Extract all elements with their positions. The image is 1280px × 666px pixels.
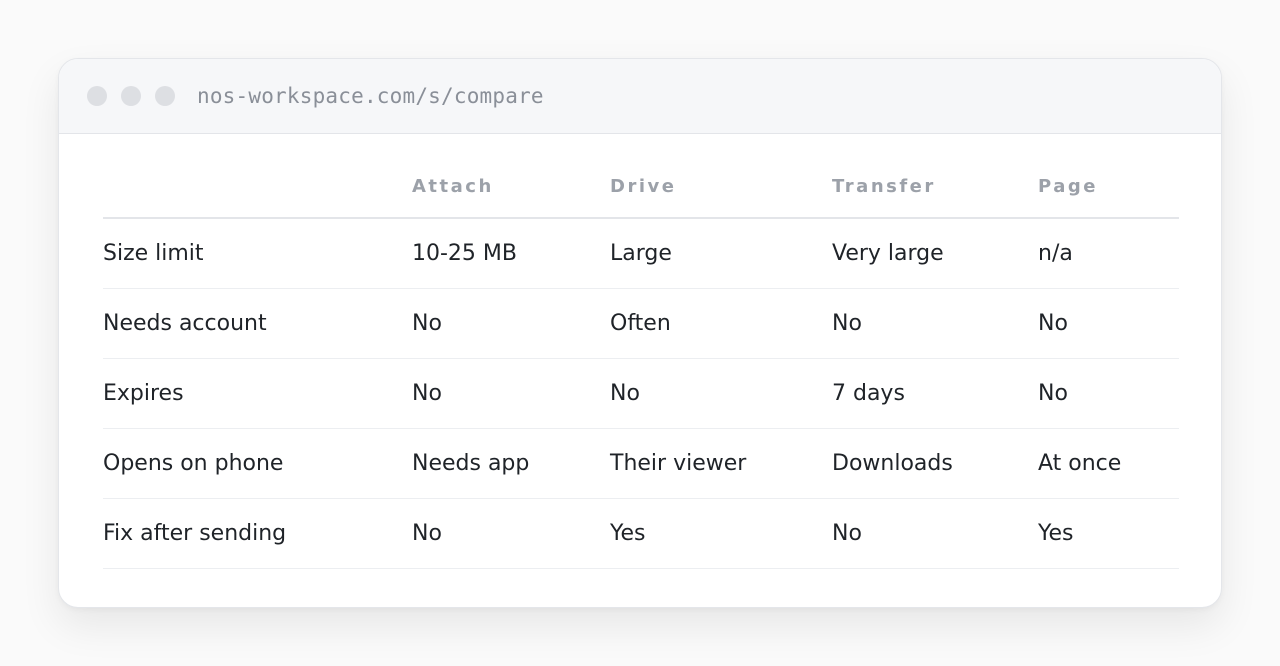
browser-titlebar: nos-workspace.com/s/compare [59, 59, 1221, 134]
window-minimize-dot[interactable] [121, 86, 141, 106]
table-cell: No [1038, 358, 1179, 429]
row-label: Size limit [103, 218, 412, 289]
table-cell: 10-25 MB [412, 218, 610, 289]
row-label: Needs account [103, 288, 412, 359]
table-row: Opens on phone Needs app Their viewer Do… [103, 428, 1179, 499]
table-cell: No [832, 288, 1038, 359]
table-row: Size limit 10-25 MB Large Very large n/a [103, 218, 1179, 289]
table-cell: n/a [1038, 218, 1179, 289]
row-label: Expires [103, 358, 412, 429]
table-cell: No [1038, 288, 1179, 359]
table-cell: 7 days [832, 358, 1038, 429]
table-cell: No [412, 288, 610, 359]
table-cell: Often [610, 288, 832, 359]
row-label: Fix after sending [103, 498, 412, 569]
column-header-page: Page [1038, 155, 1179, 219]
table-row: Expires No No 7 days No [103, 358, 1179, 429]
table-cell: No [610, 358, 832, 429]
column-header-feature [103, 155, 412, 219]
window-close-dot[interactable] [87, 86, 107, 106]
table-row: Fix after sending No Yes No Yes [103, 498, 1179, 569]
window-maximize-dot[interactable] [155, 86, 175, 106]
table-row: Needs account No Often No No [103, 288, 1179, 359]
table-cell: Yes [1038, 498, 1179, 569]
table-cell: Large [610, 218, 832, 289]
comparison-table-container: Attach Drive Transfer Page Size limit 10… [103, 155, 1179, 569]
table-cell: Their viewer [610, 428, 832, 499]
table-cell: At once [1038, 428, 1179, 499]
table-header-row: Attach Drive Transfer Page [103, 155, 1179, 219]
comparison-table: Attach Drive Transfer Page Size limit 10… [103, 155, 1179, 569]
table-cell: Very large [832, 218, 1038, 289]
browser-window: nos-workspace.com/s/compare Attach Drive… [58, 58, 1222, 608]
table-cell: No [832, 498, 1038, 569]
table-cell: Yes [610, 498, 832, 569]
table-cell: Needs app [412, 428, 610, 499]
table-cell: Downloads [832, 428, 1038, 499]
column-header-drive: Drive [610, 155, 832, 219]
table-cell: No [412, 358, 610, 429]
row-label: Opens on phone [103, 428, 412, 499]
address-bar-url[interactable]: nos-workspace.com/s/compare [197, 84, 544, 108]
column-header-attach: Attach [412, 155, 610, 219]
table-cell: No [412, 498, 610, 569]
column-header-transfer: Transfer [832, 155, 1038, 219]
